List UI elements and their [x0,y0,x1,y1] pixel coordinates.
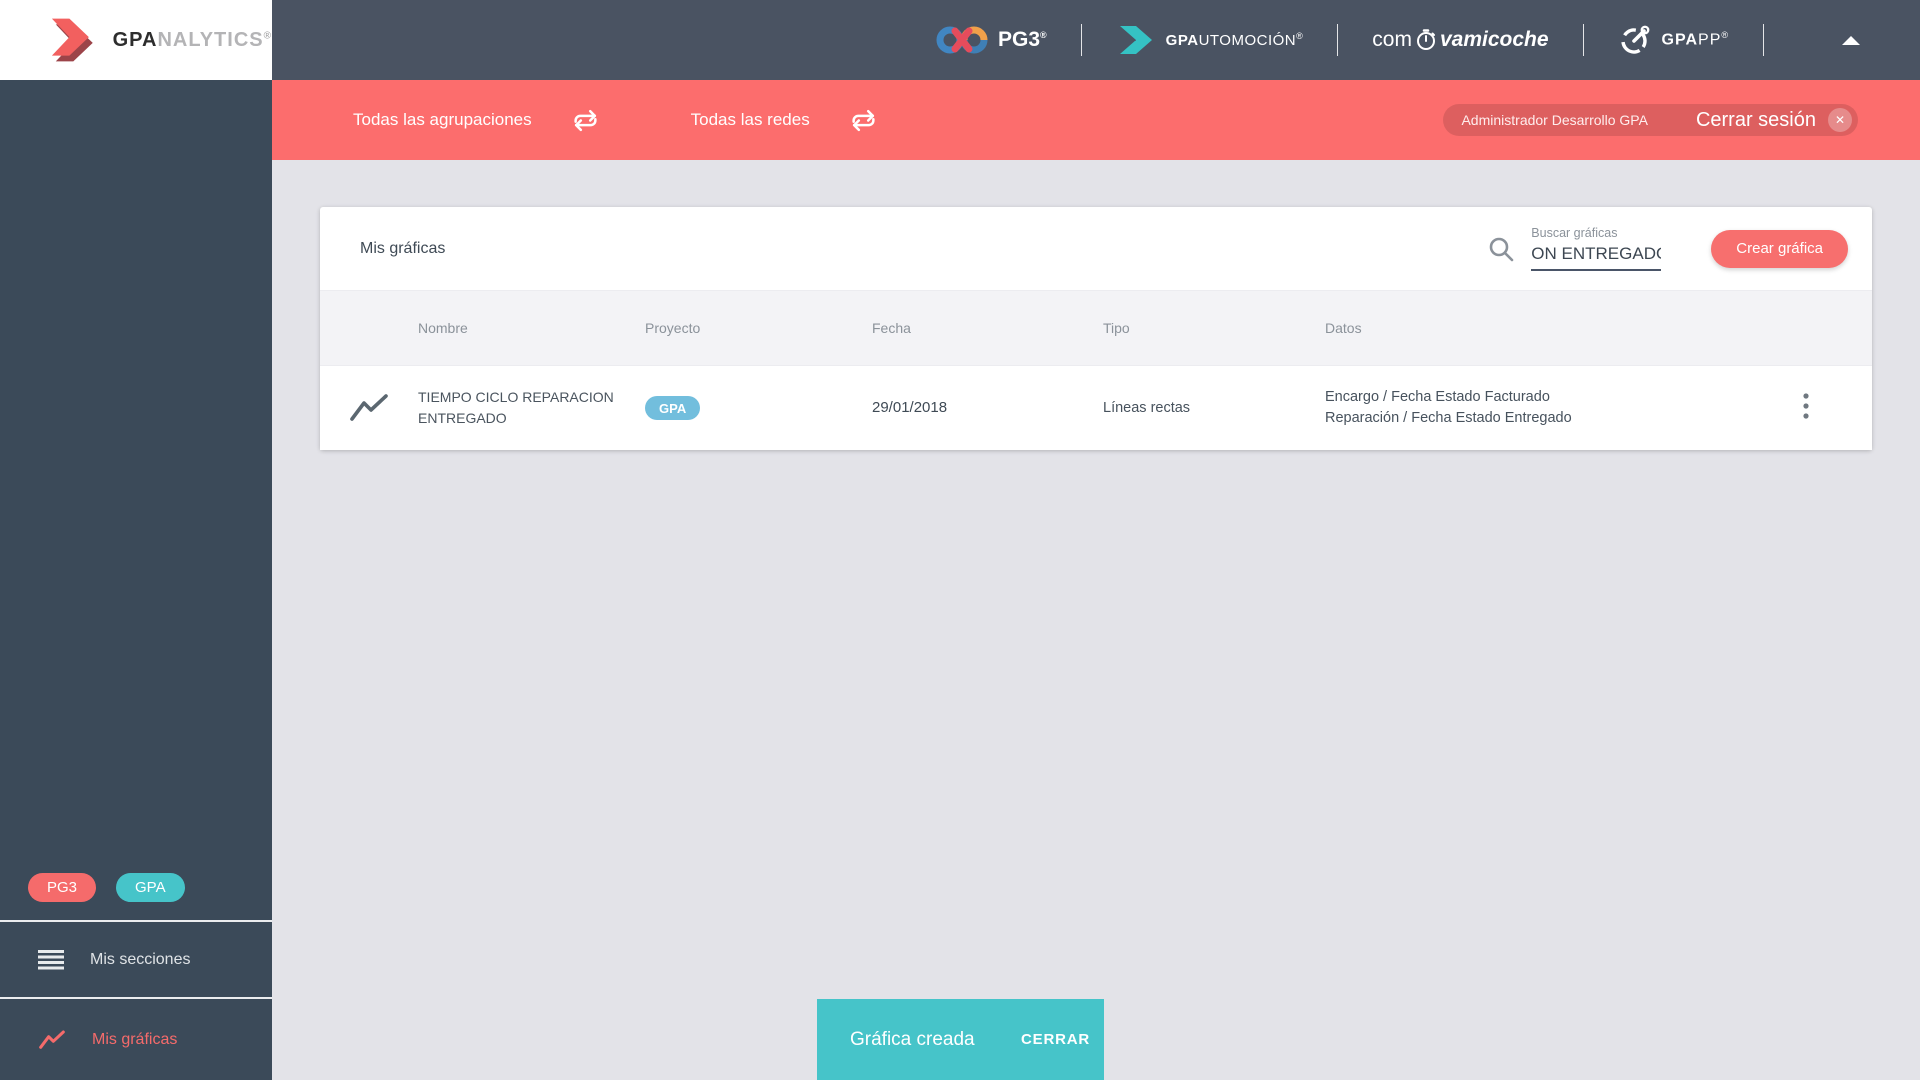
gpa-arrow-icon [51,18,93,62]
row-name: TIEMPO CICLO REPARACION ENTREGADO [418,389,614,426]
row-type-icon-cell [320,393,418,423]
search-input[interactable] [1531,243,1662,271]
swap-redes-button[interactable] [850,109,877,132]
topbar-divider [1337,24,1339,56]
filter-agrupaciones[interactable]: Todas las agrupaciones [353,110,532,130]
badge-pg3[interactable]: PG3 [28,873,97,902]
collapse-arrow-icon[interactable] [1842,35,1860,45]
stopwatch-icon [1416,29,1435,50]
search-field: Buscar gráficas [1531,226,1662,271]
product-comprovamicoche[interactable]: com vamicoche [1372,28,1548,52]
comprovamicoche-label: com vamicoche [1372,28,1549,51]
search-group: Buscar gráficas Crear gráfica [1487,226,1848,271]
topbar-divider [1763,24,1764,56]
user-role-label: Administrador Desarrollo GPA [1461,112,1648,128]
col-header-tipo: Tipo [1103,320,1130,336]
sidebar: GPANALYTICS® PG3 GPA Mis secciones Mis g… [0,0,272,1080]
logo-reg: ® [263,29,272,41]
menu-lines-icon [38,949,64,969]
row-date: 29/01/2018 [872,399,948,416]
col-header-nombre: Nombre [418,320,468,336]
vertical-dots-icon [1803,392,1809,419]
pg3-infinity-icon [936,26,988,54]
session-pill: Administrador Desarrollo GPA Cerrar sesi… [1443,104,1858,136]
toast-close-button[interactable]: CERRAR [1021,1031,1090,1048]
product-gpautomocion[interactable]: GPAUTOMOCIÓN® [1116,24,1304,56]
filter-redes[interactable]: Todas las redes [691,110,810,130]
topbar-divider [1582,24,1584,56]
logout-button[interactable]: Cerrar sesión ✕ [1696,108,1852,132]
toast-message: Gráfica creada [850,1028,975,1050]
row-menu-button[interactable] [1795,389,1817,428]
topbar-divider [1080,24,1082,56]
repeat-icon [574,109,597,131]
app-logo-text: GPANALYTICS® [113,29,272,52]
badge-gpa[interactable]: GPA [116,873,185,902]
mis-graficas-card: Mis gráficas Buscar gráficas Crear gráfi… [320,207,1872,450]
sidebar-item-mis-secciones[interactable]: Mis secciones [0,922,272,997]
close-session-icon: ✕ [1828,108,1852,132]
line-chart-icon [39,1030,65,1049]
snackbar-toast: Gráfica creada CERRAR [817,999,1104,1080]
sidebar-bottom: PG3 GPA Mis secciones Mis gráficas [0,873,272,1080]
product-pg3[interactable]: PG3® [936,22,1047,58]
sidebar-item-label: Mis gráficas [92,1030,178,1048]
search-icon[interactable] [1487,235,1515,263]
col-header-fecha: Fecha [872,320,911,336]
sidebar-badges: PG3 GPA [0,873,272,920]
line-chart-icon [350,394,388,421]
automocion-arrow-icon [1119,26,1152,54]
swap-agrupaciones-button[interactable] [572,109,599,132]
gpautomocion-label: GPAUTOMOCIÓN® [1165,31,1304,49]
gpa-app-icon [1620,25,1649,54]
logout-label: Cerrar sesión [1695,108,1816,131]
gpaapp-label: GPAPP® [1661,30,1729,49]
table-row[interactable]: TIEMPO CICLO REPARACION ENTREGADO GPA 29… [320,366,1872,450]
card-header: Mis gráficas Buscar gráficas Crear gráfi… [320,207,1872,290]
col-header-datos: Datos [1325,320,1362,336]
logo-bold: GPA [112,28,158,51]
sidebar-item-mis-graficas[interactable]: Mis gráficas [0,999,272,1080]
pg3-label: PG3® [998,28,1047,51]
page-title: Mis gráficas [360,239,446,257]
sidebar-item-label: Mis secciones [90,950,191,968]
col-header-proyecto: Proyecto [645,320,701,336]
filter-bar: Todas las agrupaciones Todas las redes A… [272,80,1920,160]
project-badge: GPA [645,396,701,420]
app-logo[interactable]: GPANALYTICS® [0,0,272,80]
repeat-icon [852,109,875,131]
row-type: Líneas rectas [1103,400,1191,416]
product-gpaapp[interactable]: GPAPP® [1618,23,1729,57]
row-data-line-1: Encargo / Fecha Estado Facturado [1325,388,1550,405]
logo-light: NALYTICS [157,28,264,51]
table-header-row: Nombre Proyecto Fecha Tipo Datos [320,290,1872,366]
search-field-label: Buscar gráficas [1531,226,1618,240]
app-root: GPANALYTICS® PG3 GPA Mis secciones Mis g… [0,0,1920,1080]
create-chart-button[interactable]: Crear gráfica [1711,229,1848,268]
row-data-line-2: Reparación / Fecha Estado Entregado [1325,410,1572,426]
top-product-bar: PG3® GPAUTOMOCIÓN® com vamicoche GPAPP® [272,0,1920,80]
